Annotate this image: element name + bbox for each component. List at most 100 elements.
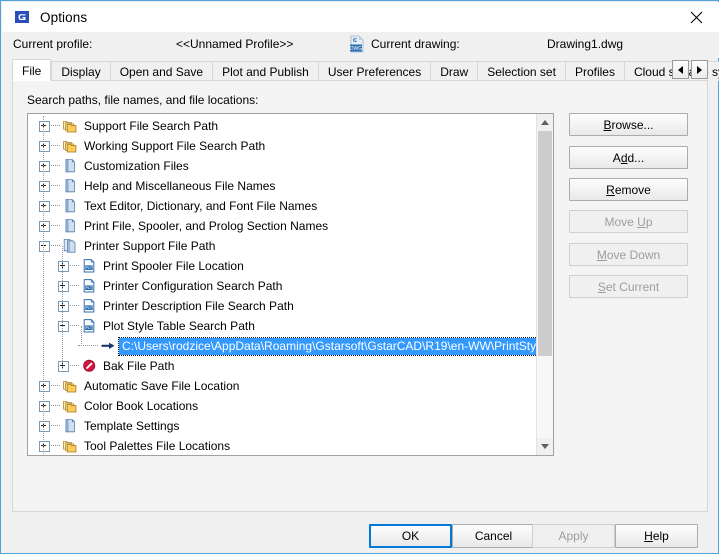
expand-plus-icon[interactable] [39, 160, 50, 172]
window-title: Options [40, 9, 88, 25]
cancel-button[interactable]: Cancel [452, 524, 535, 548]
tree-row[interactable]: Printer Support File Path [28, 236, 538, 256]
profile-info-row: Current profile: <<Unnamed Profile>> DWG… [2, 32, 719, 58]
tree-node-label: Printer Description File Search Path [103, 299, 294, 313]
current-drawing-value: Drawing1.dwg [547, 37, 624, 51]
document-icon [62, 218, 79, 234]
collapse-minus-icon[interactable] [39, 240, 50, 252]
scroll-left-icon[interactable] [672, 60, 689, 79]
ok-button[interactable]: OK [369, 524, 452, 548]
close-icon[interactable] [674, 2, 719, 32]
button-label: Apply [558, 529, 589, 543]
expand-plus-icon[interactable] [39, 420, 50, 432]
button-label: Move Down [596, 247, 661, 262]
tree-row[interactable]: Bak File Path [28, 356, 538, 376]
svg-text:PLT: PLT [86, 326, 93, 330]
tree-guide-line [81, 326, 82, 346]
tree-row[interactable]: Help and Miscellaneous File Names [28, 176, 538, 196]
document-stack-icon [62, 238, 79, 254]
tree-guide-line [43, 116, 44, 455]
tree-row[interactable]: Customization Files [28, 156, 538, 176]
tab-open-and-save[interactable]: Open and Save [109, 61, 213, 81]
tree-connector [70, 305, 79, 307]
title-bar: Options [2, 2, 719, 32]
expand-plus-icon[interactable] [39, 220, 50, 232]
tree-row[interactable]: PLT Plot Style Table Search Path [28, 316, 538, 336]
document-icon [62, 418, 79, 434]
tree-row[interactable]: Automatic Save File Location [28, 376, 538, 396]
folder-stack-icon [62, 138, 79, 154]
expand-plus-icon[interactable] [58, 300, 69, 312]
tab-file[interactable]: File [12, 59, 52, 81]
collapse-minus-icon[interactable] [58, 320, 69, 332]
dwg-file-icon: DWG [348, 35, 366, 53]
tree-connector [51, 425, 60, 427]
tree-node-label: Printer Configuration Search Path [103, 279, 283, 293]
tab-plot-and-publish[interactable]: Plot and Publish [212, 61, 318, 81]
expand-plus-icon[interactable] [39, 440, 50, 452]
scroll-down-icon[interactable] [537, 438, 553, 455]
button-label: Add... [612, 150, 645, 165]
folder-stack-icon [62, 118, 79, 134]
tab-display[interactable]: Display [51, 61, 110, 81]
expand-plus-icon[interactable] [58, 280, 69, 292]
browse-button[interactable]: Browse... [569, 113, 688, 136]
tree-row[interactable]: PLT Printer Configuration Search Path [28, 276, 538, 296]
folder-stack-icon [62, 378, 79, 394]
scroll-right-icon[interactable] [691, 60, 708, 79]
plt-file-icon: PLT [81, 318, 98, 334]
tree-node-label: Automatic Save File Location [84, 379, 240, 393]
expand-plus-icon[interactable] [39, 400, 50, 412]
tree-row[interactable]: Template Settings [28, 416, 538, 436]
remove-button[interactable]: Remove [569, 178, 688, 201]
tab-selection-set[interactable]: Selection set [477, 61, 565, 81]
expand-plus-icon[interactable] [39, 140, 50, 152]
tree-vertical-scrollbar[interactable] [536, 114, 553, 455]
expand-plus-icon[interactable] [39, 200, 50, 212]
apply-button: Apply [532, 524, 615, 548]
expand-plus-icon[interactable] [58, 260, 69, 272]
tree-row[interactable]: Tool Palettes File Locations [28, 436, 538, 455]
plt-file-icon: PLT [81, 258, 98, 274]
svg-text:PLT: PLT [86, 286, 93, 290]
tab-list: File Display Open and Save Plot and Publish… [12, 59, 719, 81]
button-label: Help [644, 529, 669, 543]
tree-node-label: Help and Miscellaneous File Names [84, 179, 276, 193]
tree-row[interactable]: Print File, Spooler, and Prolog Section … [28, 216, 538, 236]
tab-label: Selection set [487, 65, 556, 79]
tree-row[interactable]: Working Support File Search Path [28, 136, 538, 156]
expand-plus-icon[interactable] [58, 360, 69, 372]
document-icon [62, 158, 79, 174]
tree-row[interactable]: Color Book Locations [28, 396, 538, 416]
tab-user-preferences[interactable]: User Preferences [317, 61, 431, 81]
tab-draw[interactable]: Draw [430, 61, 478, 81]
scrollbar-thumb[interactable] [538, 131, 552, 356]
expand-plus-icon[interactable] [39, 380, 50, 392]
tree-connector [51, 205, 60, 207]
tree-row[interactable]: PLT Print Spooler File Location [28, 256, 538, 276]
move-down-button: Move Down [569, 243, 688, 266]
tree-row[interactable]: Support File Search Path [28, 116, 538, 136]
tree-node-label: Text Editor, Dictionary, and Font File N… [84, 199, 318, 213]
tree-node-label: Color Book Locations [84, 399, 199, 413]
tab-label: Plot and Publish [222, 65, 309, 79]
tree-connector [51, 245, 60, 247]
add-button[interactable]: Add... [569, 146, 688, 169]
tree-connector [51, 185, 60, 187]
no-entry-icon [81, 358, 98, 374]
tree-row[interactable]: PLT Printer Description File Search Path [28, 296, 538, 316]
expand-plus-icon[interactable] [39, 120, 50, 132]
set-current-button: Set Current [569, 275, 688, 298]
file-paths-tree[interactable]: Support File Search Path Working Support … [27, 113, 554, 456]
tab-profiles[interactable]: Profiles [564, 61, 624, 81]
help-button[interactable]: Help [615, 524, 698, 548]
expand-plus-icon[interactable] [39, 180, 50, 192]
tree-node-label: Template Settings [84, 419, 180, 433]
tree-row[interactable]: Text Editor, Dictionary, and Font File N… [28, 196, 538, 216]
tree-connector [51, 225, 60, 227]
button-label: OK [401, 529, 420, 543]
tab-label: Profiles [574, 65, 615, 79]
tree-row-selected[interactable]: C:\Users\rodzice\AppData\Roaming\Gstarso… [28, 336, 553, 356]
scroll-up-icon[interactable] [537, 114, 553, 131]
tree-connector [51, 165, 60, 167]
